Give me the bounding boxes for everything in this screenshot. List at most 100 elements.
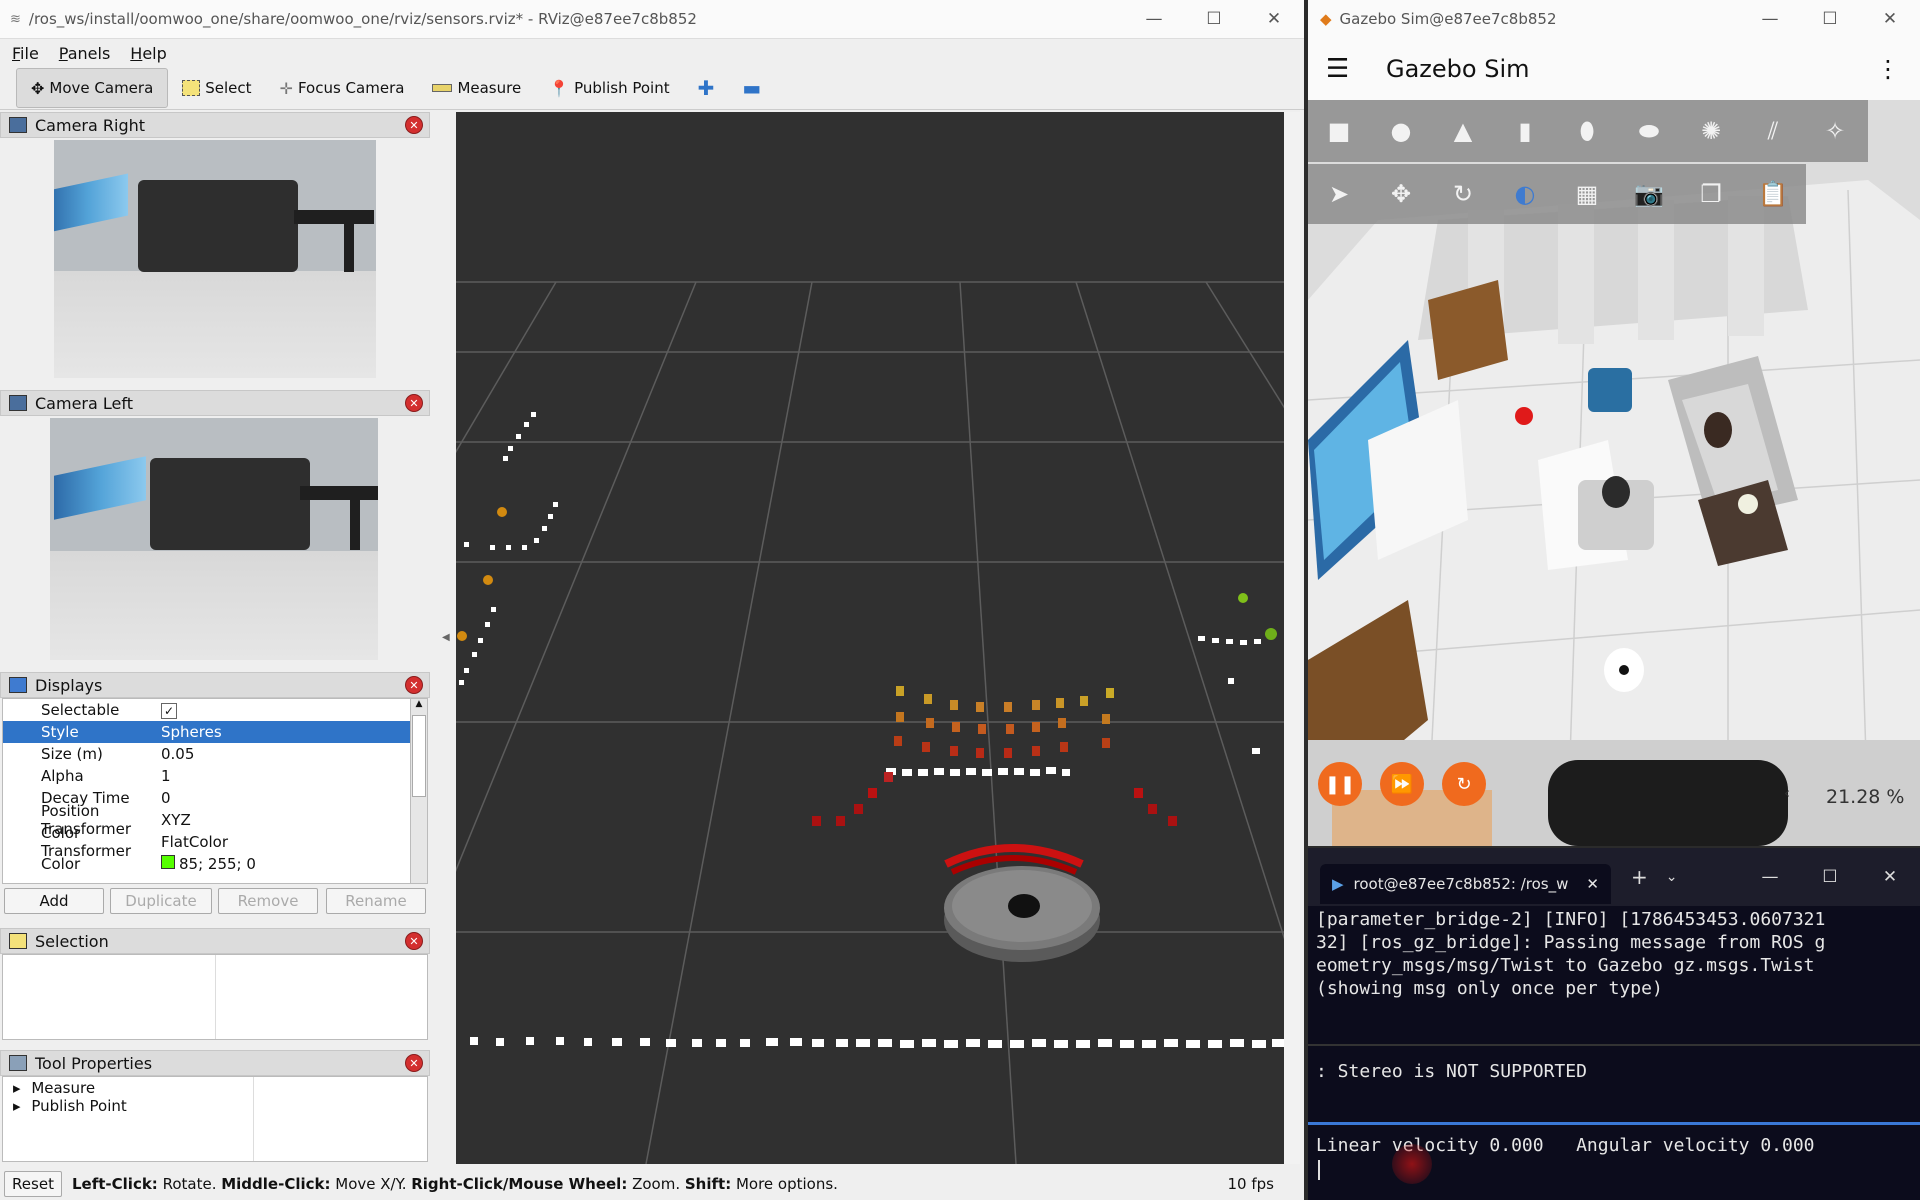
remove-tool-button[interactable]: ▬ — [728, 69, 775, 107]
fps-readout: 10 fps — [1227, 1175, 1274, 1193]
prop-row-color-transformer[interactable]: Color Transformer FlatColor — [3, 824, 411, 860]
prop-row-color[interactable]: Color 85; 255; 0 — [3, 853, 411, 875]
translate-mode-icon[interactable]: ✥ — [1370, 180, 1432, 208]
publish-point-label: Publish Point — [574, 79, 670, 97]
sphere-shape-icon[interactable]: ● — [1370, 117, 1432, 145]
close-panel-icon[interactable]: ✕ — [405, 1054, 423, 1072]
paste-icon[interactable]: 📋 — [1742, 180, 1804, 208]
rviz-window-title: /ros_ws/install/oomwoo_one/share/oomwoo_… — [28, 10, 697, 28]
close-button[interactable]: ✕ — [1244, 0, 1304, 38]
add-tool-button[interactable]: ✚ — [684, 69, 729, 107]
screenshot-icon[interactable]: 📷 — [1618, 180, 1680, 208]
prop-row-alpha[interactable]: Alpha 1 — [3, 765, 411, 787]
step-button[interactable]: ⏩ — [1380, 762, 1424, 806]
menu-panels[interactable]: Panels — [59, 44, 111, 63]
render-view-3d[interactable] — [456, 112, 1284, 1164]
pane-divider[interactable] — [1308, 1044, 1920, 1046]
terminal-window: ▶ root@e87ee7c8b852: /ros_w ✕ + ⌄ — ☐ ✕ … — [1308, 848, 1920, 1200]
close-panel-icon[interactable]: ✕ — [405, 394, 423, 412]
remove-button[interactable]: Remove — [218, 888, 318, 914]
close-panel-icon[interactable]: ✕ — [405, 676, 423, 694]
hint-text: Zoom. — [627, 1175, 685, 1193]
prop-value[interactable]: 0.05 — [161, 745, 411, 763]
grid-snap-icon[interactable]: ▦ — [1556, 180, 1618, 208]
scroll-thumb[interactable] — [412, 715, 426, 797]
hint-key: Middle-Click: — [221, 1175, 331, 1193]
new-tab-icon[interactable]: + — [1631, 865, 1648, 889]
tool-prop-publish-point[interactable]: ▸ Publish Point — [3, 1097, 427, 1115]
rename-button[interactable]: Rename — [326, 888, 426, 914]
displays-scrollbar[interactable]: ▲ — [410, 698, 428, 884]
prop-row-style[interactable]: Style Spheres — [3, 721, 411, 743]
select-mode-icon[interactable]: ➤ — [1308, 180, 1370, 208]
prop-value[interactable]: XYZ — [161, 811, 411, 829]
close-button[interactable]: ✕ — [1860, 858, 1920, 896]
terminal-pane-top[interactable]: [parameter_bridge-2] [INFO] [1786453453.… — [1316, 908, 1912, 1000]
box-shape-icon[interactable]: ■ — [1308, 117, 1370, 145]
prop-value[interactable]: FlatColor — [161, 833, 411, 851]
prop-value[interactable]: 85; 255; 0 — [161, 855, 411, 873]
rotate-mode-icon[interactable]: ↻ — [1432, 180, 1494, 208]
hamburger-menu-icon[interactable]: ☰ — [1326, 54, 1386, 84]
reset-button[interactable]: Reset — [4, 1171, 62, 1197]
minimize-button[interactable]: — — [1124, 0, 1184, 38]
gazebo-3d-scene[interactable]: ■ ● ▲ ▮ ⬮ ⬬ ✺ ⫽ ✧ ➤ ✥ ↻ ◐ ▦ 📷 ❐ 📋 ❚❚ ⏩ ↻… — [1308, 100, 1920, 846]
point-light-icon[interactable]: ✺ — [1680, 117, 1742, 145]
duplicate-button[interactable]: Duplicate — [110, 888, 212, 914]
minimize-button[interactable]: — — [1740, 0, 1800, 38]
shapes-toolbar: ■ ● ▲ ▮ ⬮ ⬬ ✺ ⫽ ✧ — [1308, 100, 1868, 162]
maximize-button[interactable]: ☐ — [1800, 0, 1860, 38]
reset-icon: ↻ — [1456, 773, 1472, 795]
select-label: Select — [205, 79, 252, 97]
scroll-up-icon[interactable]: ▲ — [411, 699, 427, 709]
transform-control-icon[interactable]: ◐ — [1494, 180, 1556, 208]
selectable-checkbox[interactable]: ✓ — [161, 703, 177, 719]
spot-light-icon[interactable]: ✧ — [1804, 117, 1866, 145]
measure-tool[interactable]: Measure — [418, 69, 535, 107]
close-button[interactable]: ✕ — [1860, 0, 1920, 38]
cam-floor — [54, 270, 376, 378]
terminal-tab[interactable]: ▶ root@e87ee7c8b852: /ros_w ✕ — [1320, 864, 1611, 904]
prop-value[interactable]: ✓ — [161, 701, 411, 719]
prop-value[interactable]: 0 — [161, 789, 411, 807]
close-panel-icon[interactable]: ✕ — [405, 932, 423, 950]
close-tab-icon[interactable]: ✕ — [1586, 875, 1599, 893]
copy-icon[interactable]: ❐ — [1680, 180, 1742, 208]
cylinder-shape-icon[interactable]: ▮ — [1494, 117, 1556, 145]
pause-button[interactable]: ❚❚ — [1318, 762, 1362, 806]
view-scrollbar[interactable] — [1284, 112, 1300, 1164]
dropdown-icon[interactable]: ⌄ — [1666, 869, 1678, 885]
select-tool[interactable]: Select — [168, 69, 265, 107]
reset-world-button[interactable]: ↻ — [1442, 762, 1486, 806]
cone-shape-icon[interactable]: ▲ — [1432, 117, 1494, 145]
prop-row-selectable[interactable]: Selectable ✓ — [3, 699, 411, 721]
gazebo-window: ◆ Gazebo Sim@e87ee7c8b852 — ☐ ✕ ☰ Gazebo… — [1308, 0, 1920, 846]
prop-value[interactable]: 1 — [161, 767, 411, 785]
menu-help[interactable]: Help — [130, 44, 166, 63]
prop-value[interactable]: Spheres — [161, 723, 411, 741]
collapse-chevron-icon[interactable]: ‹ — [1784, 784, 1790, 802]
capsule-shape-icon[interactable]: ⬮ — [1556, 117, 1618, 145]
publish-point-tool[interactable]: 📍 Publish Point — [535, 69, 683, 107]
directional-light-icon[interactable]: ⫽ — [1742, 117, 1804, 145]
menu-file[interactable]: File — [12, 44, 39, 63]
close-panel-icon[interactable]: ✕ — [405, 116, 423, 134]
image-panel-icon — [9, 117, 27, 133]
camera-left-image — [50, 418, 378, 660]
menubar: File Panels Help — [0, 39, 1304, 67]
pane-divider-active[interactable] — [1308, 1122, 1920, 1125]
rviz-titlebar: ≋ /ros_ws/install/oomwoo_one/share/oomwo… — [0, 0, 1304, 39]
hint-key: Right-Click/Mouse Wheel: — [411, 1175, 628, 1193]
more-options-icon[interactable]: ⋮ — [1876, 55, 1900, 83]
maximize-button[interactable]: ☐ — [1800, 858, 1860, 896]
prop-row-size[interactable]: Size (m) 0.05 — [3, 743, 411, 765]
move-camera-tool[interactable]: ✥ Move Camera — [16, 68, 169, 108]
focus-camera-tool[interactable]: ✛ Focus Camera — [266, 69, 419, 107]
maximize-button[interactable]: ☐ — [1184, 0, 1244, 38]
minimize-button[interactable]: — — [1740, 858, 1800, 896]
collapse-left-handle[interactable]: ◀ — [442, 632, 450, 643]
terminal-line: [parameter_bridge-2] [INFO] [1786453453.… — [1316, 909, 1826, 930]
add-button[interactable]: Add — [4, 888, 104, 914]
ellipsoid-shape-icon[interactable]: ⬬ — [1618, 117, 1680, 145]
tool-prop-measure[interactable]: ▸ Measure — [3, 1077, 427, 1097]
